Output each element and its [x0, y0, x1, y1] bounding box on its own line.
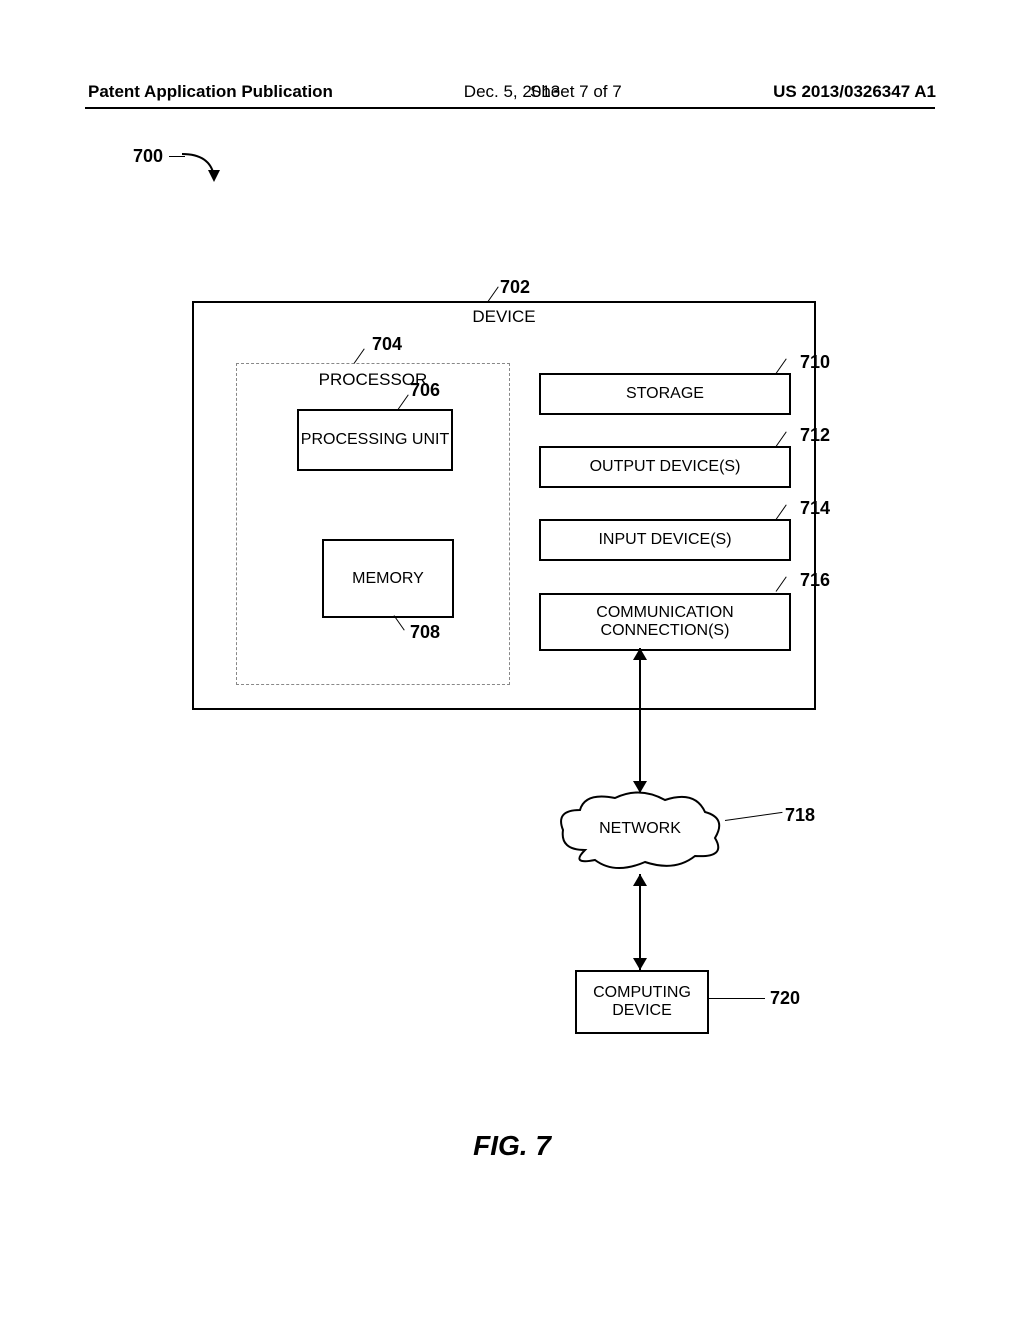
- header-publication-type: Patent Application Publication: [88, 82, 333, 102]
- arrowhead-up-icon: [633, 648, 647, 660]
- ref-704: 704: [372, 334, 402, 355]
- ref-700: 700: [133, 146, 163, 167]
- page-header: Patent Application Publication Dec. 5, 2…: [0, 82, 1024, 102]
- lead-line: [776, 358, 787, 373]
- input-devices-label: INPUT DEVICE(S): [598, 531, 731, 549]
- lead-line: [707, 998, 765, 999]
- computing-device-box: COMPUTING DEVICE: [575, 970, 709, 1034]
- lead-line: [488, 286, 499, 301]
- lead-line: [776, 504, 787, 519]
- device-label: DEVICE: [194, 307, 814, 327]
- curved-arrow-icon: [180, 148, 224, 184]
- memory-label: MEMORY: [352, 570, 424, 588]
- ref-718: 718: [785, 805, 815, 826]
- communication-connections-box: COMMUNICATION CONNECTION(S): [539, 593, 791, 651]
- output-devices-label: OUTPUT DEVICE(S): [590, 458, 741, 476]
- ref-706: 706: [410, 380, 440, 401]
- figure-label: FIG. 7: [0, 1130, 1024, 1162]
- connector-line: [639, 874, 641, 970]
- header-divider: [85, 107, 935, 109]
- storage-box: STORAGE: [539, 373, 791, 415]
- figure-7-diagram: 700 DEVICE PROCESSOR PROCESSING UNIT MEM…: [0, 140, 1024, 1100]
- lead-line: [354, 348, 365, 363]
- header-sheet-number: Sheet 7 of 7: [530, 82, 622, 102]
- ref-712: 712: [800, 425, 830, 446]
- processor-label: PROCESSOR: [237, 370, 509, 390]
- processor-box: PROCESSOR PROCESSING UNIT MEMORY: [236, 363, 510, 685]
- arrowhead-down-icon: [633, 958, 647, 970]
- network-cloud: NETWORK: [555, 790, 725, 875]
- ref-710: 710: [800, 352, 830, 373]
- ref-702: 702: [500, 277, 530, 298]
- ref-720: 720: [770, 988, 800, 1009]
- communication-connections-label: COMMUNICATION CONNECTION(S): [541, 604, 789, 640]
- device-box: DEVICE PROCESSOR PROCESSING UNIT MEMORY …: [192, 301, 816, 710]
- lead-line: [725, 812, 783, 821]
- ref-716: 716: [800, 570, 830, 591]
- processing-unit-box: PROCESSING UNIT: [297, 409, 453, 471]
- storage-label: STORAGE: [626, 385, 704, 403]
- lead-line: [776, 431, 787, 446]
- page: Patent Application Publication Dec. 5, 2…: [0, 0, 1024, 1320]
- input-devices-box: INPUT DEVICE(S): [539, 519, 791, 561]
- network-label: NETWORK: [555, 820, 725, 838]
- output-devices-box: OUTPUT DEVICE(S): [539, 446, 791, 488]
- lead-line: [776, 576, 787, 591]
- ref-708: 708: [410, 622, 440, 643]
- header-publication-number: US 2013/0326347 A1: [773, 82, 936, 102]
- memory-box: MEMORY: [322, 539, 454, 618]
- processing-unit-label: PROCESSING UNIT: [301, 431, 449, 449]
- ref-714: 714: [800, 498, 830, 519]
- arrowhead-up-icon: [633, 874, 647, 886]
- connector-line: [639, 648, 641, 793]
- computing-device-label: COMPUTING DEVICE: [577, 984, 707, 1020]
